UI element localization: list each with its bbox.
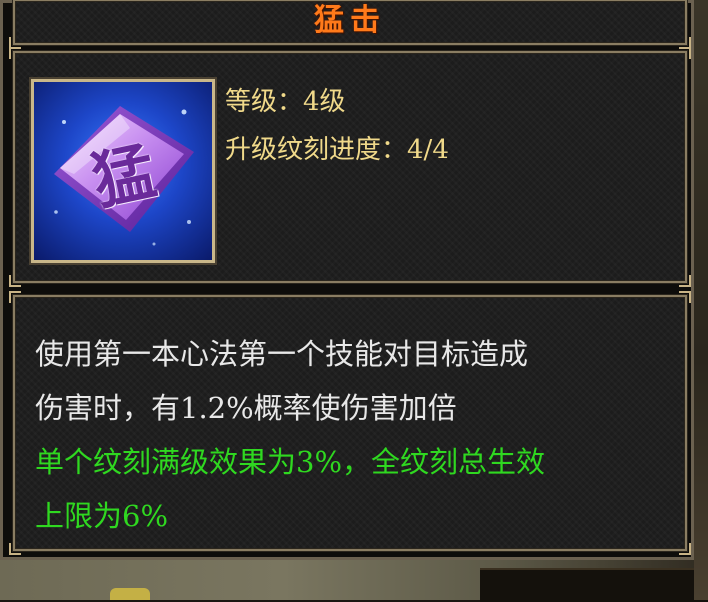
level-label: 等级：: [225, 87, 304, 117]
frame-corner: [679, 543, 691, 555]
info-panel: 猛 等级：4级 升级纹刻进度：4/4: [9, 47, 691, 287]
engraving-progress: 升级纹刻进度：4/4: [225, 129, 449, 166]
engraving-bonus-text: 单个纹刻满级效果为3%，全纹刻总生效 上限为6%: [35, 435, 675, 543]
description-panel: 使用第一本心法第一个技能对目标造成 伤害时，有1.2%概率使伤害加倍 单个纹刻满…: [9, 291, 691, 555]
game-scene-edge: [694, 0, 708, 600]
level-value: 4级: [303, 87, 346, 117]
game-scene-object: [480, 568, 708, 602]
skill-meng-icon: 猛: [29, 77, 217, 265]
frame-corner: [679, 275, 691, 287]
frame-corner: [9, 291, 21, 303]
frame-corner: [9, 47, 21, 59]
bonus-line-2: 上限为6%: [35, 499, 169, 533]
frame-corner: [679, 291, 691, 303]
frame-corner: [679, 47, 691, 59]
effect-line-2: 伤害时，有1.2%概率使伤害加倍: [35, 391, 457, 425]
title-panel: 猛击: [9, 0, 691, 49]
frame-corner: [9, 275, 21, 287]
progress-value: 4/4: [407, 135, 449, 165]
skill-tooltip: 猛击 猛 等级：4级 升级纹刻进度：4/4 使用第一本心法第一个技能对目标造成 …: [0, 0, 694, 560]
skill-title: 猛击: [314, 3, 386, 38]
skill-level: 等级：4级: [225, 81, 346, 118]
progress-label: 升级纹刻进度：: [225, 135, 408, 165]
game-scene-figure: [110, 588, 150, 600]
bonus-line-1: 单个纹刻满级效果为3%，全纹刻总生效: [35, 445, 546, 479]
frame-corner: [9, 543, 21, 555]
effect-line-1: 使用第一本心法第一个技能对目标造成: [35, 337, 529, 371]
skill-effect-text: 使用第一本心法第一个技能对目标造成 伤害时，有1.2%概率使伤害加倍: [35, 327, 675, 435]
